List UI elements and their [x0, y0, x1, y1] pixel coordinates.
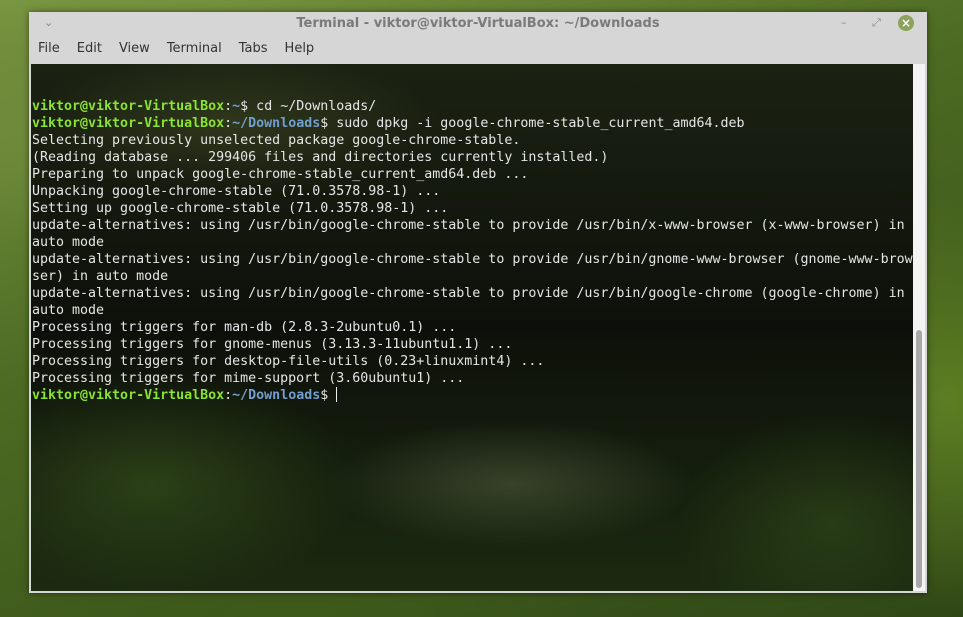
output-line: update-alternatives: using /usr/bin/goog…	[32, 217, 913, 234]
scrollbar-thumb[interactable]	[916, 330, 922, 588]
output-text: Processing triggers for gnome-menus (3.1…	[32, 337, 513, 352]
output-line: auto mode	[32, 234, 913, 251]
output-line: Selecting previously unselected package …	[32, 132, 913, 149]
output-text: Processing triggers for man-db (2.8.3-2u…	[32, 320, 457, 335]
terminal-output[interactable]: viktor@viktor-VirtualBox:~$ cd ~/Downloa…	[31, 64, 913, 591]
minimize-icon[interactable]: –	[841, 16, 847, 29]
menu-help[interactable]: Help	[276, 38, 323, 60]
output-line: Unpacking google-chrome-stable (71.0.357…	[32, 183, 913, 200]
output-line: (Reading database ... 299406 files and d…	[32, 149, 913, 166]
prompt-path: ~/Downloads	[232, 388, 321, 403]
output-text: Unpacking google-chrome-stable (71.0.357…	[32, 184, 441, 199]
prompt-line: viktor@viktor-VirtualBox:~$ cd ~/Downloa…	[32, 98, 913, 115]
output-text: Processing triggers for desktop-file-uti…	[32, 354, 545, 369]
terminal-window: ⌄ Terminal - viktor@viktor-VirtualBox: ~…	[29, 12, 927, 593]
output-text: update-alternatives: using /usr/bin/goog…	[32, 286, 905, 301]
output-text: Selecting previously unselected package …	[32, 133, 521, 148]
terminal-lines: viktor@viktor-VirtualBox:~$ cd ~/Downloa…	[32, 98, 913, 404]
output-line: Processing triggers for mime-support (3.…	[32, 370, 913, 387]
prompt-separator: :	[224, 116, 233, 131]
output-text: update-alternatives: using /usr/bin/goog…	[32, 218, 905, 233]
prompt-separator: :	[224, 388, 233, 403]
prompt-user: viktor@viktor-VirtualBox	[32, 99, 225, 114]
menu-view[interactable]: View	[110, 38, 158, 60]
output-line: Preparing to unpack google-chrome-stable…	[32, 166, 913, 183]
prompt-user: viktor@viktor-VirtualBox	[32, 388, 225, 403]
output-line: auto mode	[32, 302, 913, 319]
prompt-line: viktor@viktor-VirtualBox:~/Downloads$ su…	[32, 115, 913, 132]
maximize-icon[interactable]: ⤢	[872, 16, 881, 30]
menu-bar: File Edit View Terminal Tabs Help	[29, 38, 322, 60]
output-text: Setting up google-chrome-stable (71.0.35…	[32, 201, 449, 216]
menu-tabs[interactable]: Tabs	[230, 38, 276, 60]
prompt-separator: :	[224, 99, 233, 114]
menu-terminal[interactable]: Terminal	[158, 38, 230, 60]
window-title: Terminal - viktor@viktor-VirtualBox: ~/D…	[296, 16, 660, 31]
scrollbar[interactable]	[913, 64, 925, 591]
output-line: Setting up google-chrome-stable (71.0.35…	[32, 200, 913, 217]
prompt-line: viktor@viktor-VirtualBox:~/Downloads$	[32, 387, 913, 404]
output-line: ser) in auto mode	[32, 268, 913, 285]
output-line: update-alternatives: using /usr/bin/goog…	[32, 285, 913, 302]
output-text: auto mode	[32, 235, 105, 250]
prompt-user: viktor@viktor-VirtualBox	[32, 116, 225, 131]
title-bar[interactable]: ⌄ Terminal - viktor@viktor-VirtualBox: ~…	[29, 12, 927, 36]
menu-edit[interactable]: Edit	[68, 38, 110, 60]
output-line: Processing triggers for man-db (2.8.3-2u…	[32, 319, 913, 336]
command-text: $ sudo dpkg -i google-chrome-stable_curr…	[320, 116, 745, 131]
command-text: $	[320, 388, 337, 403]
close-icon[interactable]: ×	[898, 15, 914, 31]
output-text: auto mode	[32, 303, 105, 318]
output-line: Processing triggers for desktop-file-uti…	[32, 353, 913, 370]
output-line: Processing triggers for gnome-menus (3.1…	[32, 336, 913, 353]
cursor	[336, 387, 338, 402]
output-text: (Reading database ... 299406 files and d…	[32, 150, 609, 165]
menu-file[interactable]: File	[29, 38, 68, 60]
prompt-path: ~	[232, 99, 241, 114]
output-text: Preparing to unpack google-chrome-stable…	[32, 167, 529, 182]
output-line: update-alternatives: using /usr/bin/goog…	[32, 251, 913, 268]
command-text: $ cd ~/Downloads/	[240, 99, 377, 114]
output-text: Processing triggers for mime-support (3.…	[32, 371, 465, 386]
output-text: update-alternatives: using /usr/bin/goog…	[32, 252, 913, 267]
prompt-path: ~/Downloads	[232, 116, 321, 131]
output-text: ser) in auto mode	[32, 269, 169, 284]
